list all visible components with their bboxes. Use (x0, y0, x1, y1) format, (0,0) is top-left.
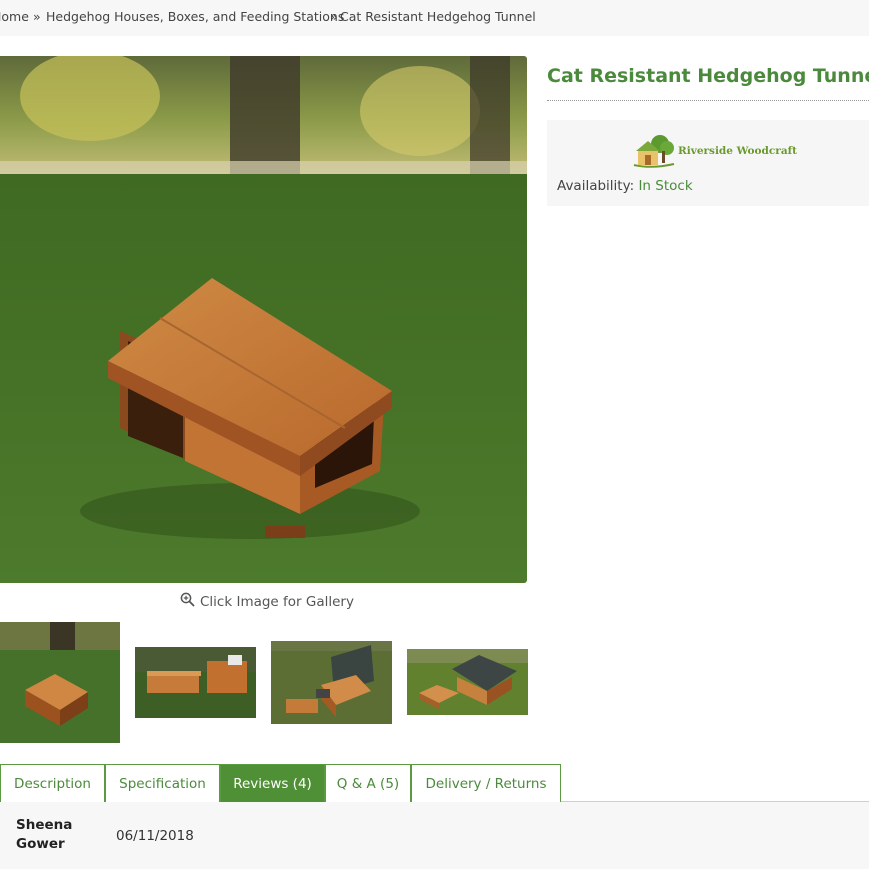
tab-delivery-returns[interactable]: Delivery / Returns (411, 764, 561, 802)
product-info-box: Riverside Woodcraft Availability: In Sto… (547, 120, 869, 206)
reviewer-last-name: Gower (16, 836, 65, 852)
zoom-in-icon (180, 592, 195, 611)
tab-specification[interactable]: Specification (105, 764, 220, 802)
reviewer-name: Sheena Gower (16, 816, 96, 854)
tab-qa[interactable]: Q & A (5) (325, 764, 411, 802)
breadcrumb-home[interactable]: Home (0, 9, 29, 24)
reviewer-first-name: Sheena (16, 817, 73, 833)
thumbnail-3[interactable] (271, 641, 392, 724)
product-title: Cat Resistant Hedgehog Tunnel (547, 65, 869, 87)
availability-status: In Stock (638, 178, 693, 194)
riverside-woodcraft-logo[interactable]: Riverside Woodcraft (632, 133, 797, 169)
thumbnail-4[interactable] (407, 649, 528, 715)
thumbnail-1[interactable] (0, 622, 120, 743)
breadcrumb-current: Cat Resistant Hedgehog Tunnel (340, 9, 536, 24)
title-divider (547, 100, 869, 101)
breadcrumb: Home » Hedgehog Houses, Boxes, and Feedi… (0, 0, 869, 36)
gallery-hint[interactable]: Click Image for Gallery (180, 592, 354, 611)
breadcrumb-separator: » (330, 9, 338, 24)
availability-label: Availability: (557, 178, 635, 194)
review-date: 06/11/2018 (116, 828, 194, 844)
availability: Availability: In Stock (557, 178, 693, 194)
breadcrumb-separator: » (33, 9, 41, 24)
house-tree-icon (633, 135, 675, 168)
thumbnail-2[interactable] (135, 647, 256, 718)
tab-reviews[interactable]: Reviews (4) (220, 764, 325, 802)
tab-description[interactable]: Description (0, 764, 105, 802)
gallery-hint-label: Click Image for Gallery (200, 593, 354, 610)
breadcrumb-category[interactable]: Hedgehog Houses, Boxes, and Feeding Stat… (46, 9, 344, 24)
logo-text: Riverside Woodcraft (678, 145, 797, 157)
main-product-image[interactable] (0, 56, 527, 583)
